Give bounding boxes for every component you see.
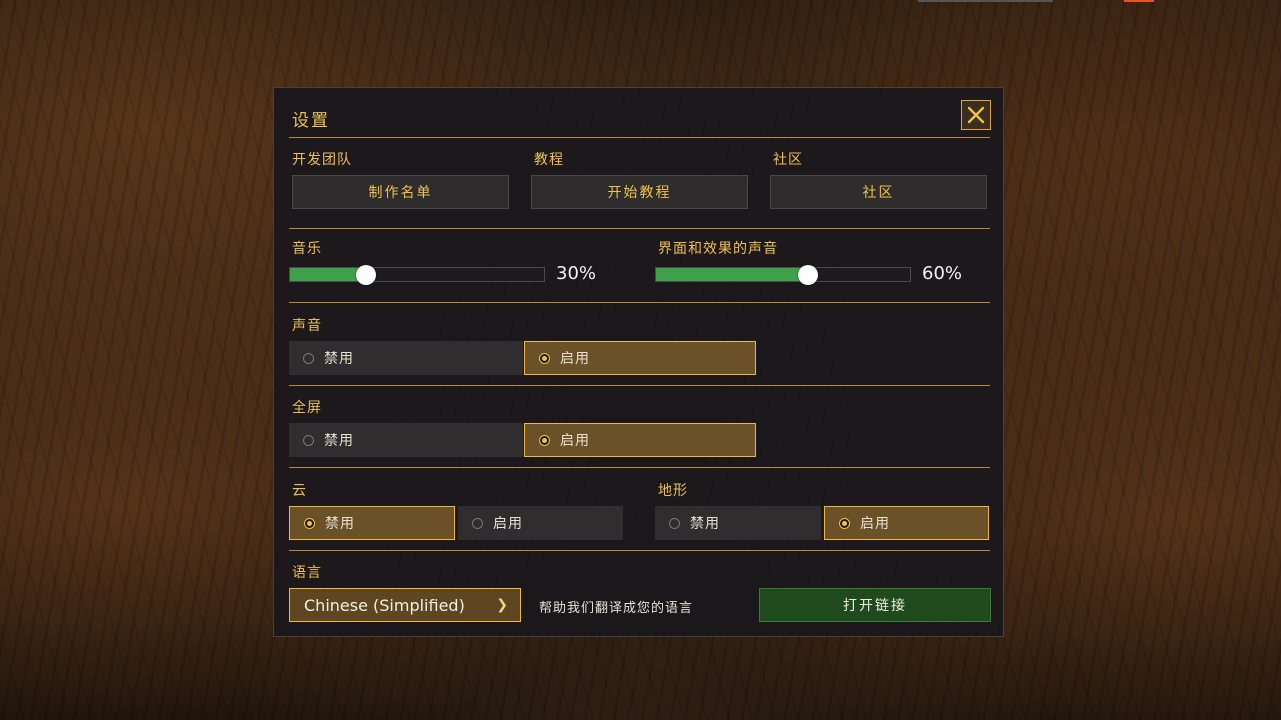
radio-button — [472, 517, 483, 529]
terrain-disable-option[interactable]: 禁用 — [655, 506, 821, 540]
fullscreen-enable-option[interactable]: 启用 — [524, 423, 756, 457]
divider — [289, 467, 990, 468]
settings-panel: 设置 开发团队 制作名单 教程 开始教程 社区 社区 音乐 30% 界面和效果的… — [273, 87, 1004, 637]
music-slider-fill — [290, 268, 367, 281]
music-value: 30% — [556, 263, 597, 284]
top-badge — [1124, 0, 1154, 2]
divider — [289, 550, 990, 551]
ui-sound-label: 界面和效果的声音 — [658, 241, 778, 257]
ui-sound-slider-handle[interactable] — [798, 265, 819, 285]
divider — [289, 228, 990, 229]
panel-title: 设置 — [292, 111, 330, 131]
start-tutorial-button[interactable]: 开始教程 — [531, 175, 748, 209]
radio-button-selected — [304, 517, 315, 529]
terrain-enable-option[interactable]: 启用 — [824, 506, 989, 540]
translate-help-text: 帮助我们翻译成您的语言 — [539, 601, 694, 616]
open-link-button[interactable]: 打开链接 — [759, 588, 991, 622]
radio-button — [669, 517, 680, 529]
divider — [289, 137, 990, 138]
divider — [289, 302, 990, 303]
sound-disable-option[interactable]: 禁用 — [289, 341, 523, 375]
clouds-label: 云 — [292, 483, 307, 499]
dev-team-label: 开发团队 — [292, 152, 352, 168]
community-label: 社区 — [773, 152, 803, 168]
clouds-enable-option[interactable]: 启用 — [458, 506, 623, 540]
terrain-label: 地形 — [658, 483, 688, 499]
music-label: 音乐 — [292, 241, 322, 257]
close-icon — [967, 106, 985, 124]
credits-button[interactable]: 制作名单 — [292, 175, 509, 209]
option-label: 禁用 — [324, 433, 354, 449]
option-label: 启用 — [560, 351, 590, 367]
option-label: 启用 — [560, 433, 590, 449]
tutorial-label: 教程 — [534, 152, 564, 168]
language-value: Chinese (Simplified) — [304, 595, 465, 615]
option-label: 启用 — [860, 516, 890, 532]
option-label: 禁用 — [324, 351, 354, 367]
ui-sound-value: 60% — [922, 263, 963, 284]
sound-enable-option[interactable]: 启用 — [524, 341, 756, 375]
radio-button — [303, 352, 314, 364]
fullscreen-disable-option[interactable]: 禁用 — [289, 423, 523, 457]
clouds-disable-option[interactable]: 禁用 — [289, 506, 455, 540]
music-slider[interactable] — [289, 265, 545, 285]
option-label: 启用 — [493, 516, 523, 532]
close-button[interactable] — [961, 100, 991, 130]
music-slider-handle[interactable] — [356, 265, 377, 285]
option-label: 禁用 — [690, 516, 720, 532]
sound-label: 声音 — [292, 318, 322, 334]
ui-sound-slider-fill — [656, 268, 809, 281]
fullscreen-label: 全屏 — [292, 400, 322, 416]
chevron-right-icon: ❯ — [496, 597, 508, 613]
community-button[interactable]: 社区 — [770, 175, 987, 209]
ui-sound-slider[interactable] — [655, 265, 911, 285]
radio-button-selected — [539, 352, 550, 364]
divider — [289, 385, 990, 386]
radio-button-selected — [539, 434, 550, 446]
language-select[interactable]: Chinese (Simplified) ❯ — [289, 588, 521, 622]
top-strip — [918, 0, 1053, 2]
option-label: 禁用 — [325, 516, 355, 532]
language-label: 语言 — [292, 565, 322, 581]
radio-button — [303, 434, 314, 446]
radio-button-selected — [839, 517, 850, 529]
